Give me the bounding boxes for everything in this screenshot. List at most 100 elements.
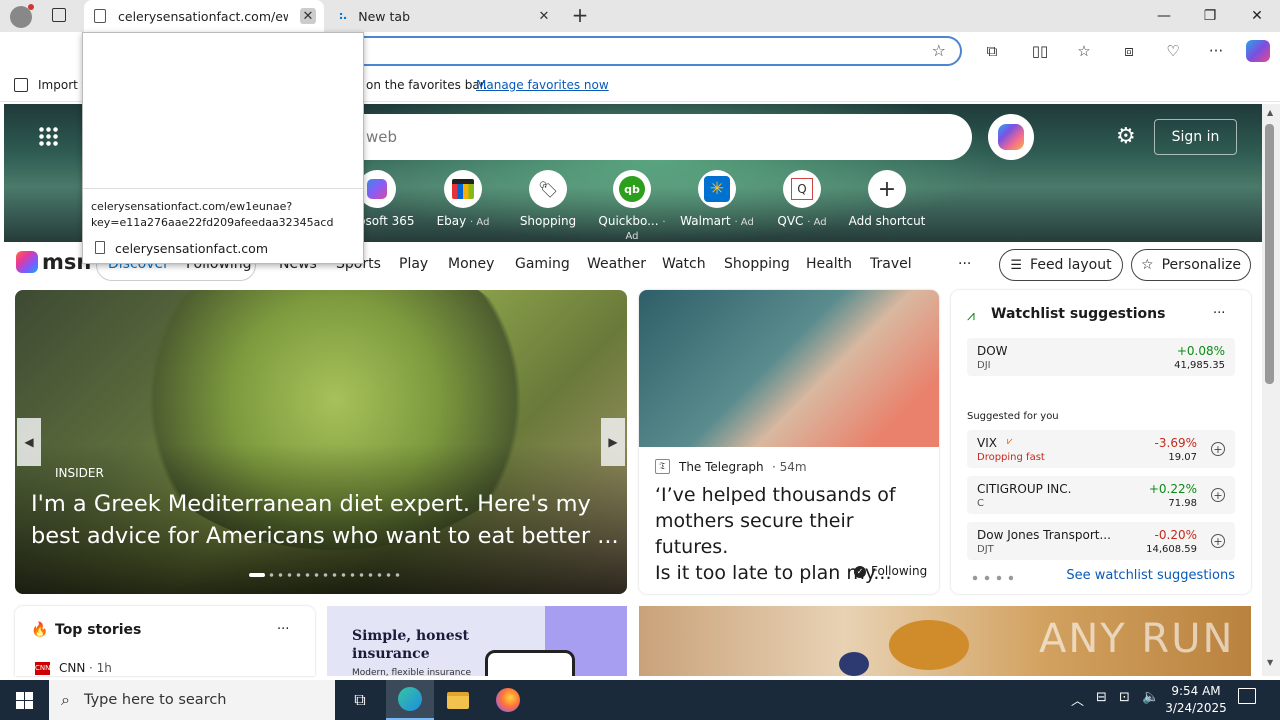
close-tab-icon[interactable]: ✕ — [300, 8, 316, 24]
url-line: celerysensationfact.com/ew1eunae? — [91, 200, 293, 213]
split-screen-icon[interactable]: ▯▯ — [1028, 40, 1052, 62]
carousel-active-dot — [249, 573, 265, 577]
copilot-button[interactable] — [988, 114, 1034, 160]
taskbar-clock[interactable]: 9:54 AM 3/24/2025 — [1160, 683, 1232, 717]
scroll-up-icon[interactable]: ▲ — [1267, 108, 1273, 117]
profile-alert-dot — [28, 4, 34, 10]
tab-preview-thumbnail — [83, 33, 363, 189]
stock-value: 19.07 — [1168, 452, 1197, 463]
hero-article-card[interactable]: INSIDER I'm a Greek Mediterranean diet e… — [15, 290, 627, 594]
personalize-button[interactable]: ☆ Personalize — [1131, 249, 1251, 281]
nav-play[interactable]: Play — [399, 256, 428, 272]
nav-shopping[interactable]: Shopping — [724, 256, 790, 272]
article-headline[interactable]: I'm a Greek Mediterranean diet expert. H… — [31, 488, 621, 552]
headline-line: mothers secure their futures. — [655, 510, 854, 558]
loading-icon: ⠦ — [338, 8, 349, 24]
shortcut-qvc[interactable]: Q QVC · Ad — [762, 170, 842, 228]
nav-money[interactable]: Money — [448, 256, 494, 272]
stock-change: +0.08% — [1176, 344, 1225, 358]
nav-health[interactable]: Health — [806, 256, 852, 272]
top-stories-more-button[interactable]: ··· — [277, 622, 289, 637]
add-to-watchlist-icon[interactable]: + — [1211, 442, 1225, 456]
article-time: · 54m — [772, 460, 807, 474]
edge-taskbar-icon[interactable] — [386, 680, 434, 720]
add-to-watchlist-icon[interactable]: + — [1211, 534, 1225, 548]
scrollbar-thumb[interactable] — [1265, 124, 1274, 384]
import-favorites-link[interactable]: Import f — [38, 78, 86, 92]
stock-value: 14,608.59 — [1146, 544, 1197, 555]
feed-layout-button[interactable]: ☰ Feed layout — [999, 249, 1123, 281]
scroll-down-icon[interactable]: ▼ — [1267, 658, 1273, 667]
extensions-icon[interactable]: ⧉ — [980, 40, 1004, 62]
ebay-bag-icon — [444, 170, 482, 208]
apps-launcher-icon[interactable] — [38, 126, 58, 146]
hover-url: celerysensationfact.com/ew1eunae? key=e1… — [91, 199, 361, 231]
task-view-icon[interactable]: ⧉ — [336, 680, 384, 720]
shortcut-shopping[interactable]: 🏷 Shopping — [508, 170, 588, 228]
new-tab-button[interactable]: + — [568, 4, 592, 28]
stock-row-vix[interactable]: VIX ⩗ Dropping fast -3.69% 19.07 + — [967, 430, 1235, 468]
see-watchlist-link[interactable]: See watchlist suggestions — [1066, 568, 1235, 583]
favorite-star-icon[interactable]: ☆ — [932, 41, 946, 60]
nav-watch[interactable]: Watch — [662, 256, 706, 272]
settings-gear-icon[interactable]: ⚙ — [1116, 126, 1136, 148]
shortcut-ebay[interactable]: Ebay · Ad — [423, 170, 503, 228]
close-tab-icon[interactable]: ✕ — [536, 8, 552, 24]
stock-row-djt[interactable]: Dow Jones Transport... DJT -0.20% 14,608… — [967, 522, 1235, 560]
telegraph-logo-icon: 𝔗 — [655, 459, 670, 474]
tab-new[interactable]: ⠦ New tab ✕ — [328, 0, 560, 32]
stock-row-dow[interactable]: DOW DJI +0.08% 41,985.35 — [967, 338, 1235, 376]
manage-favorites-link[interactable]: Manage favorites now — [476, 78, 609, 92]
falling-chart-icon: ⩗ — [1007, 436, 1013, 447]
tab-celery[interactable]: celerysensationfact.com/ew1eun ✕ — [84, 0, 324, 32]
shortcut-quickbooks[interactable]: qb Quickbo... · Ad — [592, 170, 672, 242]
taskbar-search-box[interactable]: ⌕ Type here to search — [49, 680, 335, 720]
tray-device-icon[interactable]: ⊟ — [1096, 690, 1107, 705]
volume-icon[interactable]: 🔈 — [1142, 689, 1159, 705]
story-source: CNN — [59, 661, 86, 675]
favorites-icon[interactable]: ☆ — [1072, 40, 1096, 62]
tray-chevron-icon[interactable]: ︿ — [1071, 690, 1084, 709]
watchlist-more-button[interactable]: ··· — [1213, 306, 1225, 321]
following-label[interactable]: Following — [871, 564, 927, 578]
network-icon[interactable]: ⊡ — [1119, 690, 1130, 705]
close-window-button[interactable]: ✕ — [1234, 0, 1280, 32]
msn-logo[interactable]: msn — [16, 250, 91, 274]
file-explorer-icon[interactable] — [434, 680, 482, 720]
add-shortcut-button[interactable]: + Add shortcut — [847, 170, 927, 228]
start-button[interactable] — [0, 680, 48, 720]
nav-weather[interactable]: Weather — [587, 256, 646, 272]
tab-actions-icon[interactable] — [52, 8, 66, 22]
stock-change: -3.69% — [1154, 436, 1197, 450]
firefox-icon[interactable] — [484, 680, 532, 720]
more-menu-icon[interactable]: ··· — [1204, 40, 1228, 62]
cnn-logo-icon: CNN — [35, 662, 50, 675]
stock-change: -0.20% — [1154, 528, 1197, 542]
food-article-card[interactable]: ANY RUN — [639, 606, 1251, 676]
nav-travel[interactable]: Travel — [870, 256, 912, 272]
stock-row-citigroup[interactable]: CITIGROUP INC. C +0.22% 71.98 + — [967, 476, 1235, 514]
stock-alert: Dropping fast — [977, 452, 1045, 463]
web-search-input[interactable]: web — [340, 114, 972, 160]
nav-more-button[interactable]: ··· — [958, 256, 971, 272]
stock-value: 41,985.35 — [1174, 360, 1225, 371]
copilot-icon[interactable] — [1246, 40, 1270, 62]
notifications-icon[interactable] — [1238, 688, 1256, 704]
telegraph-article-card[interactable]: 𝔗 The Telegraph · 54m ‘I’ve helped thous… — [639, 290, 939, 594]
nav-gaming[interactable]: Gaming — [515, 256, 570, 272]
headline-line: I'm a Greek Mediterranean diet expert. H… — [31, 491, 591, 517]
collections-icon[interactable]: ⧈ — [1117, 40, 1141, 62]
add-to-watchlist-icon[interactable]: + — [1211, 488, 1225, 502]
shortcut-walmart[interactable]: ✳ Walmart · Ad — [677, 170, 757, 228]
insurance-ad-card[interactable]: Simple, honest insurance Modern, flexibl… — [327, 606, 627, 676]
headline-line: best advice for Americans who want to ea… — [31, 523, 619, 549]
carousel-next-button[interactable]: ▶ — [601, 418, 625, 466]
minimize-button[interactable]: — — [1141, 0, 1187, 32]
favorites-bar-hint: on the favorites bar. — [366, 78, 488, 92]
sign-in-button[interactable]: Sign in — [1154, 119, 1237, 155]
restore-button[interactable]: ❐ — [1187, 0, 1233, 32]
shortcut-label: Walmart — [680, 214, 731, 228]
personalize-label: Personalize — [1161, 257, 1241, 273]
browser-essentials-icon[interactable]: ♡ — [1161, 40, 1185, 62]
carousel-prev-button[interactable]: ◀ — [17, 418, 41, 466]
